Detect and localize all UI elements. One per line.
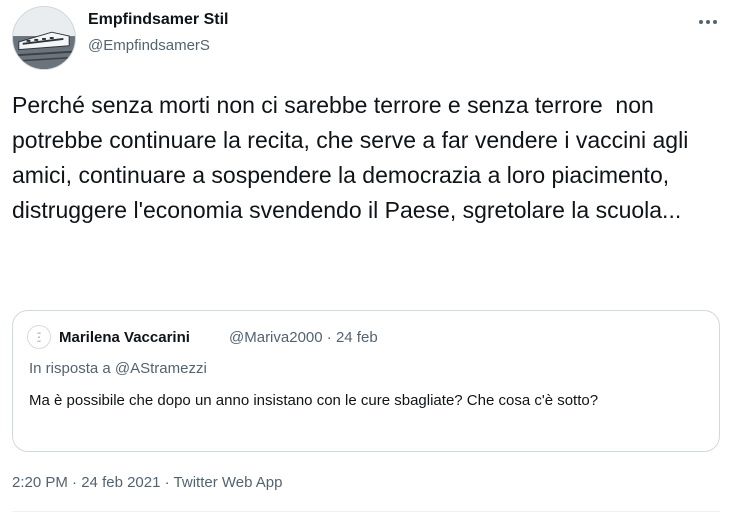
quoted-author-meta: @Mariva2000 · 24 feb: [229, 329, 378, 346]
tweet: Empfindsamer Stil @EmpfindsamerS Perché …: [0, 0, 740, 520]
quoted-date: 24 feb: [335, 329, 378, 346]
quoted-author-handle: @Mariva2000: [229, 329, 323, 346]
reply-prefix: In risposta a: [29, 360, 111, 377]
quoted-tweet[interactable]: ▪▪▪ ▪▪ ▪▪▪ Marilena Vaccarini @Mariva2000 …: [12, 310, 720, 452]
author-name[interactable]: Empfindsamer Stil: [88, 11, 228, 29]
more-horizontal-icon: [699, 20, 717, 24]
reply-context: In risposta a @AStramezzi: [29, 360, 207, 377]
divider: [12, 511, 720, 512]
author-avatar[interactable]: [12, 6, 76, 70]
quoted-text: Ma è possibile che dopo un anno insistan…: [29, 392, 599, 409]
more-options-button[interactable]: [690, 6, 726, 38]
timestamp-separator: ·: [72, 474, 78, 491]
tweet-date[interactable]: 24 feb 2021: [81, 474, 160, 491]
tweet-text: Perché senza morti non ci sarebbe terror…: [12, 92, 695, 223]
tweet-source[interactable]: Twitter Web App: [174, 474, 283, 491]
tweet-time[interactable]: 2:20 PM: [12, 474, 68, 491]
quoted-author-avatar[interactable]: ▪▪▪ ▪▪ ▪▪▪: [27, 325, 51, 349]
timestamp-separator: ·: [164, 474, 170, 491]
meta-separator: ·: [326, 329, 332, 346]
author-handle[interactable]: @EmpfindsamerS: [88, 37, 210, 54]
quoted-author-name: Marilena Vaccarini: [59, 329, 190, 346]
avatar-image: ▪▪▪ ▪▪ ▪▪▪: [37, 331, 41, 343]
reply-handle: @AStramezzi: [114, 360, 207, 377]
avatar-train-image: [13, 7, 75, 69]
tweet-timestamp: 2:20 PM · 24 feb 2021 · Twitter Web App: [12, 474, 283, 491]
